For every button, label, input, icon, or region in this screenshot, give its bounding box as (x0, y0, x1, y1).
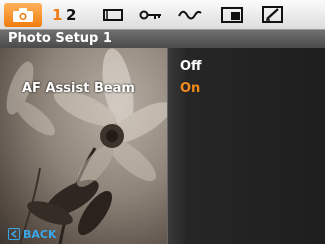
setting-label: AF Assist Beam (22, 81, 135, 96)
background-photo-panel: AF Assist Beam BACK (0, 48, 167, 244)
page-2-tab[interactable]: 2 (66, 5, 76, 25)
page-1-tab[interactable]: 1 (52, 5, 62, 25)
back-arrow-icon (8, 228, 20, 240)
tab-photo-setup[interactable] (4, 3, 42, 27)
menu-tab-bar: 1 2 (0, 0, 325, 30)
camera-menu-screen: 1 2 Photo Setup 1 AF Assist Beam BACK Of… (0, 0, 325, 244)
camera-icon (13, 8, 33, 22)
key-icon (139, 10, 161, 20)
tab-curve[interactable] (177, 3, 203, 27)
curve-icon (178, 10, 202, 20)
option-on-selected[interactable]: On (180, 81, 200, 97)
back-label: BACK (23, 227, 57, 241)
back-button[interactable]: BACK (8, 226, 57, 242)
page-title: Photo Setup 1 (8, 31, 112, 46)
title-strip: Photo Setup 1 (0, 30, 325, 48)
tab-aspect[interactable] (100, 3, 126, 27)
flower-photo (6, 48, 167, 244)
edit-icon (262, 6, 283, 23)
aspect-ratio-icon (103, 9, 123, 21)
options-panel: Off On (168, 48, 325, 244)
tab-display[interactable] (219, 3, 245, 27)
display-icon (221, 7, 243, 23)
option-off[interactable]: Off (180, 59, 202, 75)
tab-key[interactable] (138, 3, 164, 27)
tab-edit[interactable] (260, 3, 286, 27)
